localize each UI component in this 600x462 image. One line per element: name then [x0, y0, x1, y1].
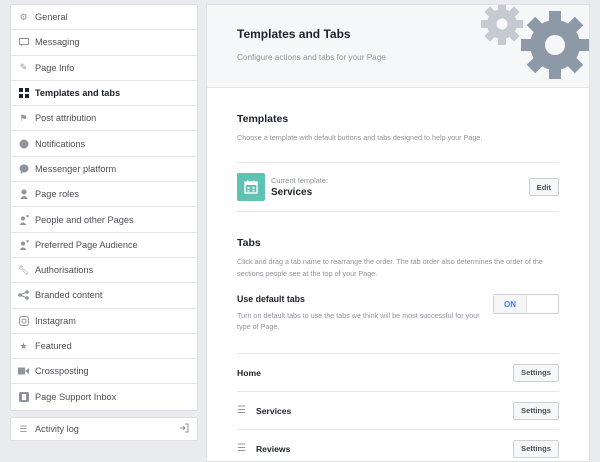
sidebar-item-label: Instagram — [35, 315, 76, 326]
wrench-icon: 🔧︎ — [17, 264, 30, 275]
drag-handle-icon[interactable]: ☰ — [237, 405, 246, 416]
sidebar-item-page-support-inbox[interactable]: Page Support Inbox — [11, 384, 197, 409]
page-header: Templates and Tabs Configure actions and… — [207, 5, 589, 88]
list-icon: ☰ — [19, 423, 28, 434]
use-default-tabs-toggle[interactable]: ON — [493, 294, 559, 314]
sidebar-item-label: Branded content — [35, 290, 103, 301]
message-icon — [18, 37, 29, 48]
sidebar-item-label: Notifications — [35, 138, 86, 149]
sidebar-item-label: Post attribution — [35, 113, 97, 124]
sidebar-item-notifications[interactable]: Notifications — [11, 131, 197, 157]
tab-settings-button[interactable]: Settings — [513, 439, 559, 458]
gear-icon: ⚙ — [19, 11, 28, 22]
sidebar-item-branded-content[interactable]: Branded content — [11, 283, 197, 309]
sidebar-item-label: Featured — [35, 341, 72, 351]
flag-icon: ⚑ — [19, 112, 28, 123]
activity-log-link[interactable]: ☰ Activity log — [10, 417, 198, 441]
globe-icon — [18, 138, 29, 149]
tab-row-services[interactable]: ☰ Services Settings — [237, 391, 559, 429]
templates-section: Templates Choose a template with default… — [207, 113, 589, 212]
sidebar-item-label: Messenger platform — [35, 163, 117, 174]
drag-handle-icon[interactable]: ☰ — [237, 443, 246, 454]
grid-icon — [18, 88, 29, 99]
sidebar-item-label: Templates and tabs — [35, 88, 121, 99]
sidebar-item-label: Authorisations — [35, 265, 94, 276]
sidebar-item-label: Page Support Inbox — [35, 392, 117, 403]
sidebar-item-featured[interactable]: ★ Featured — [11, 334, 197, 360]
sidebar-item-messenger-platform[interactable]: Messenger platform — [11, 157, 197, 183]
gears-illustration-icon — [481, 5, 589, 79]
tab-row-reviews[interactable]: ☰ Reviews Settings — [237, 429, 559, 461]
sidebar-item-label: General — [35, 12, 68, 23]
messenger-icon — [18, 163, 29, 174]
video-icon — [18, 366, 29, 377]
sidebar-item-instagram[interactable]: Instagram — [11, 309, 197, 334]
sidebar-item-preferred-page-audience[interactable]: Preferred Page Audience — [11, 233, 197, 258]
person-plus-icon — [18, 214, 29, 225]
tab-name: Home — [237, 367, 261, 378]
sidebar-item-label: Preferred Page Audience — [35, 239, 138, 250]
sidebar-item-label: People and other Pages — [35, 214, 134, 225]
person-icon — [18, 189, 29, 200]
page-support-icon — [18, 392, 29, 403]
templates-description: Choose a template with default buttons a… — [237, 133, 483, 142]
tab-name: Services — [255, 405, 292, 416]
sidebar-item-post-attribution[interactable]: ⚑ Post attribution — [11, 106, 197, 132]
person-plus-icon — [18, 239, 29, 250]
current-template-name: Services — [271, 187, 313, 198]
sidebar-item-page-roles[interactable]: Page roles — [11, 182, 197, 208]
edit-template-button[interactable]: Edit — [528, 178, 559, 196]
toggle-on-label: ON — [494, 295, 527, 313]
tabs-description: Click and drag a tab name to rearrange t… — [237, 257, 543, 278]
tab-settings-button[interactable]: Settings — [513, 363, 559, 382]
calendar-icon — [237, 173, 265, 201]
instagram-icon — [18, 315, 29, 326]
tabs-heading: Tabs — [237, 237, 261, 249]
current-template-row: Current template: Services Edit — [237, 162, 559, 212]
current-template-label: Current template: — [271, 176, 329, 185]
settings-sidebar: ⚙ General Messaging ✎ Page Info Template… — [10, 4, 198, 411]
use-default-tabs-row: Use default tabs Turn on default tabs to… — [237, 294, 559, 332]
sidebar-item-general[interactable]: ⚙ General — [11, 5, 197, 31]
sidebar-item-templates-and-tabs[interactable]: Templates and tabs — [11, 81, 197, 107]
templates-heading: Templates — [237, 113, 289, 125]
sidebar-item-label: Crossposting — [35, 366, 89, 377]
tab-row-home: Home Settings — [237, 353, 559, 391]
tabs-list: Home Settings ☰ Services Settings ☰ Revi… — [237, 353, 559, 461]
sidebar-item-label: Page roles — [35, 189, 79, 200]
tabs-section: Tabs Click and drag a tab name to rearra… — [207, 237, 589, 461]
use-default-tabs-description: Turn on default tabs to use the tabs we … — [237, 311, 480, 331]
current-template-info: Current template: Services — [271, 176, 328, 198]
tab-settings-button[interactable]: Settings — [513, 401, 559, 420]
branded-content-icon — [18, 290, 29, 301]
sidebar-item-people-and-other-pages[interactable]: People and other Pages — [11, 207, 197, 233]
pencil-icon: ✎ — [19, 62, 28, 73]
sidebar-item-authorisations[interactable]: 🔧︎ Authorisations — [11, 258, 197, 284]
sidebar-item-crossposting[interactable]: Crossposting — [11, 359, 197, 385]
sidebar-item-label: Messaging — [35, 37, 80, 48]
tab-name: Reviews — [255, 443, 291, 454]
main-panel: Templates and Tabs Configure actions and… — [206, 4, 590, 462]
sidebar-item-page-info[interactable]: ✎ Page Info — [11, 56, 197, 81]
sidebar-item-label: Page Info — [35, 62, 75, 73]
exit-icon — [179, 423, 189, 435]
star-icon: ★ — [19, 340, 28, 351]
sidebar-item-messaging[interactable]: Messaging — [11, 30, 197, 56]
activity-log-label: Activity log — [35, 424, 79, 434]
